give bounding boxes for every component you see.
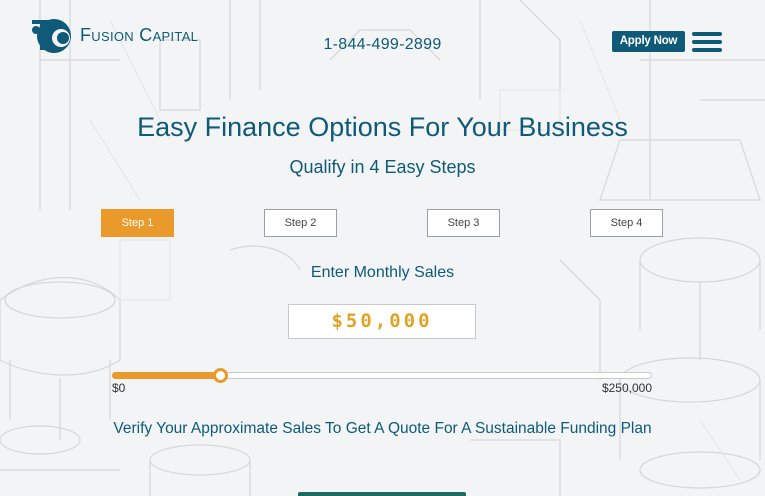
- menu-bar: [692, 48, 722, 52]
- sales-slider-handle[interactable]: [213, 368, 228, 383]
- enter-sales-label: Enter Monthly Sales: [310, 264, 455, 281]
- menu-bar: [692, 40, 722, 44]
- slider-min-label: $0: [112, 381, 126, 395]
- fusion-capital-logo-icon: [32, 19, 71, 53]
- logo-text: Fusion Capital: [80, 24, 199, 45]
- step-4-tab[interactable]: Step 4: [590, 209, 663, 237]
- verify-sales-text: Verify Your Approximate Sales To Get A Q…: [113, 420, 652, 437]
- page-title: Easy Finance Options For Your Business: [137, 112, 628, 142]
- sales-slider-fill: [112, 372, 220, 379]
- step-1-tab[interactable]: Step 1: [101, 209, 174, 237]
- menu-bar: [692, 32, 722, 36]
- hamburger-menu-icon[interactable]: [692, 32, 722, 52]
- apply-now-button[interactable]: Apply Now: [612, 31, 685, 52]
- monthly-sales-input[interactable]: $50,000: [288, 304, 476, 339]
- page-subtitle: Qualify in 4 Easy Steps: [289, 157, 476, 177]
- slider-max-label: $250,000: [601, 381, 652, 395]
- step-2-tab[interactable]: Step 2: [264, 209, 337, 237]
- phone-number-link[interactable]: 1-844-499-2899: [300, 36, 465, 54]
- continue-button[interactable]: [298, 492, 466, 496]
- step-3-tab[interactable]: Step 3: [427, 209, 500, 237]
- logo[interactable]: Fusion Capital: [28, 12, 228, 58]
